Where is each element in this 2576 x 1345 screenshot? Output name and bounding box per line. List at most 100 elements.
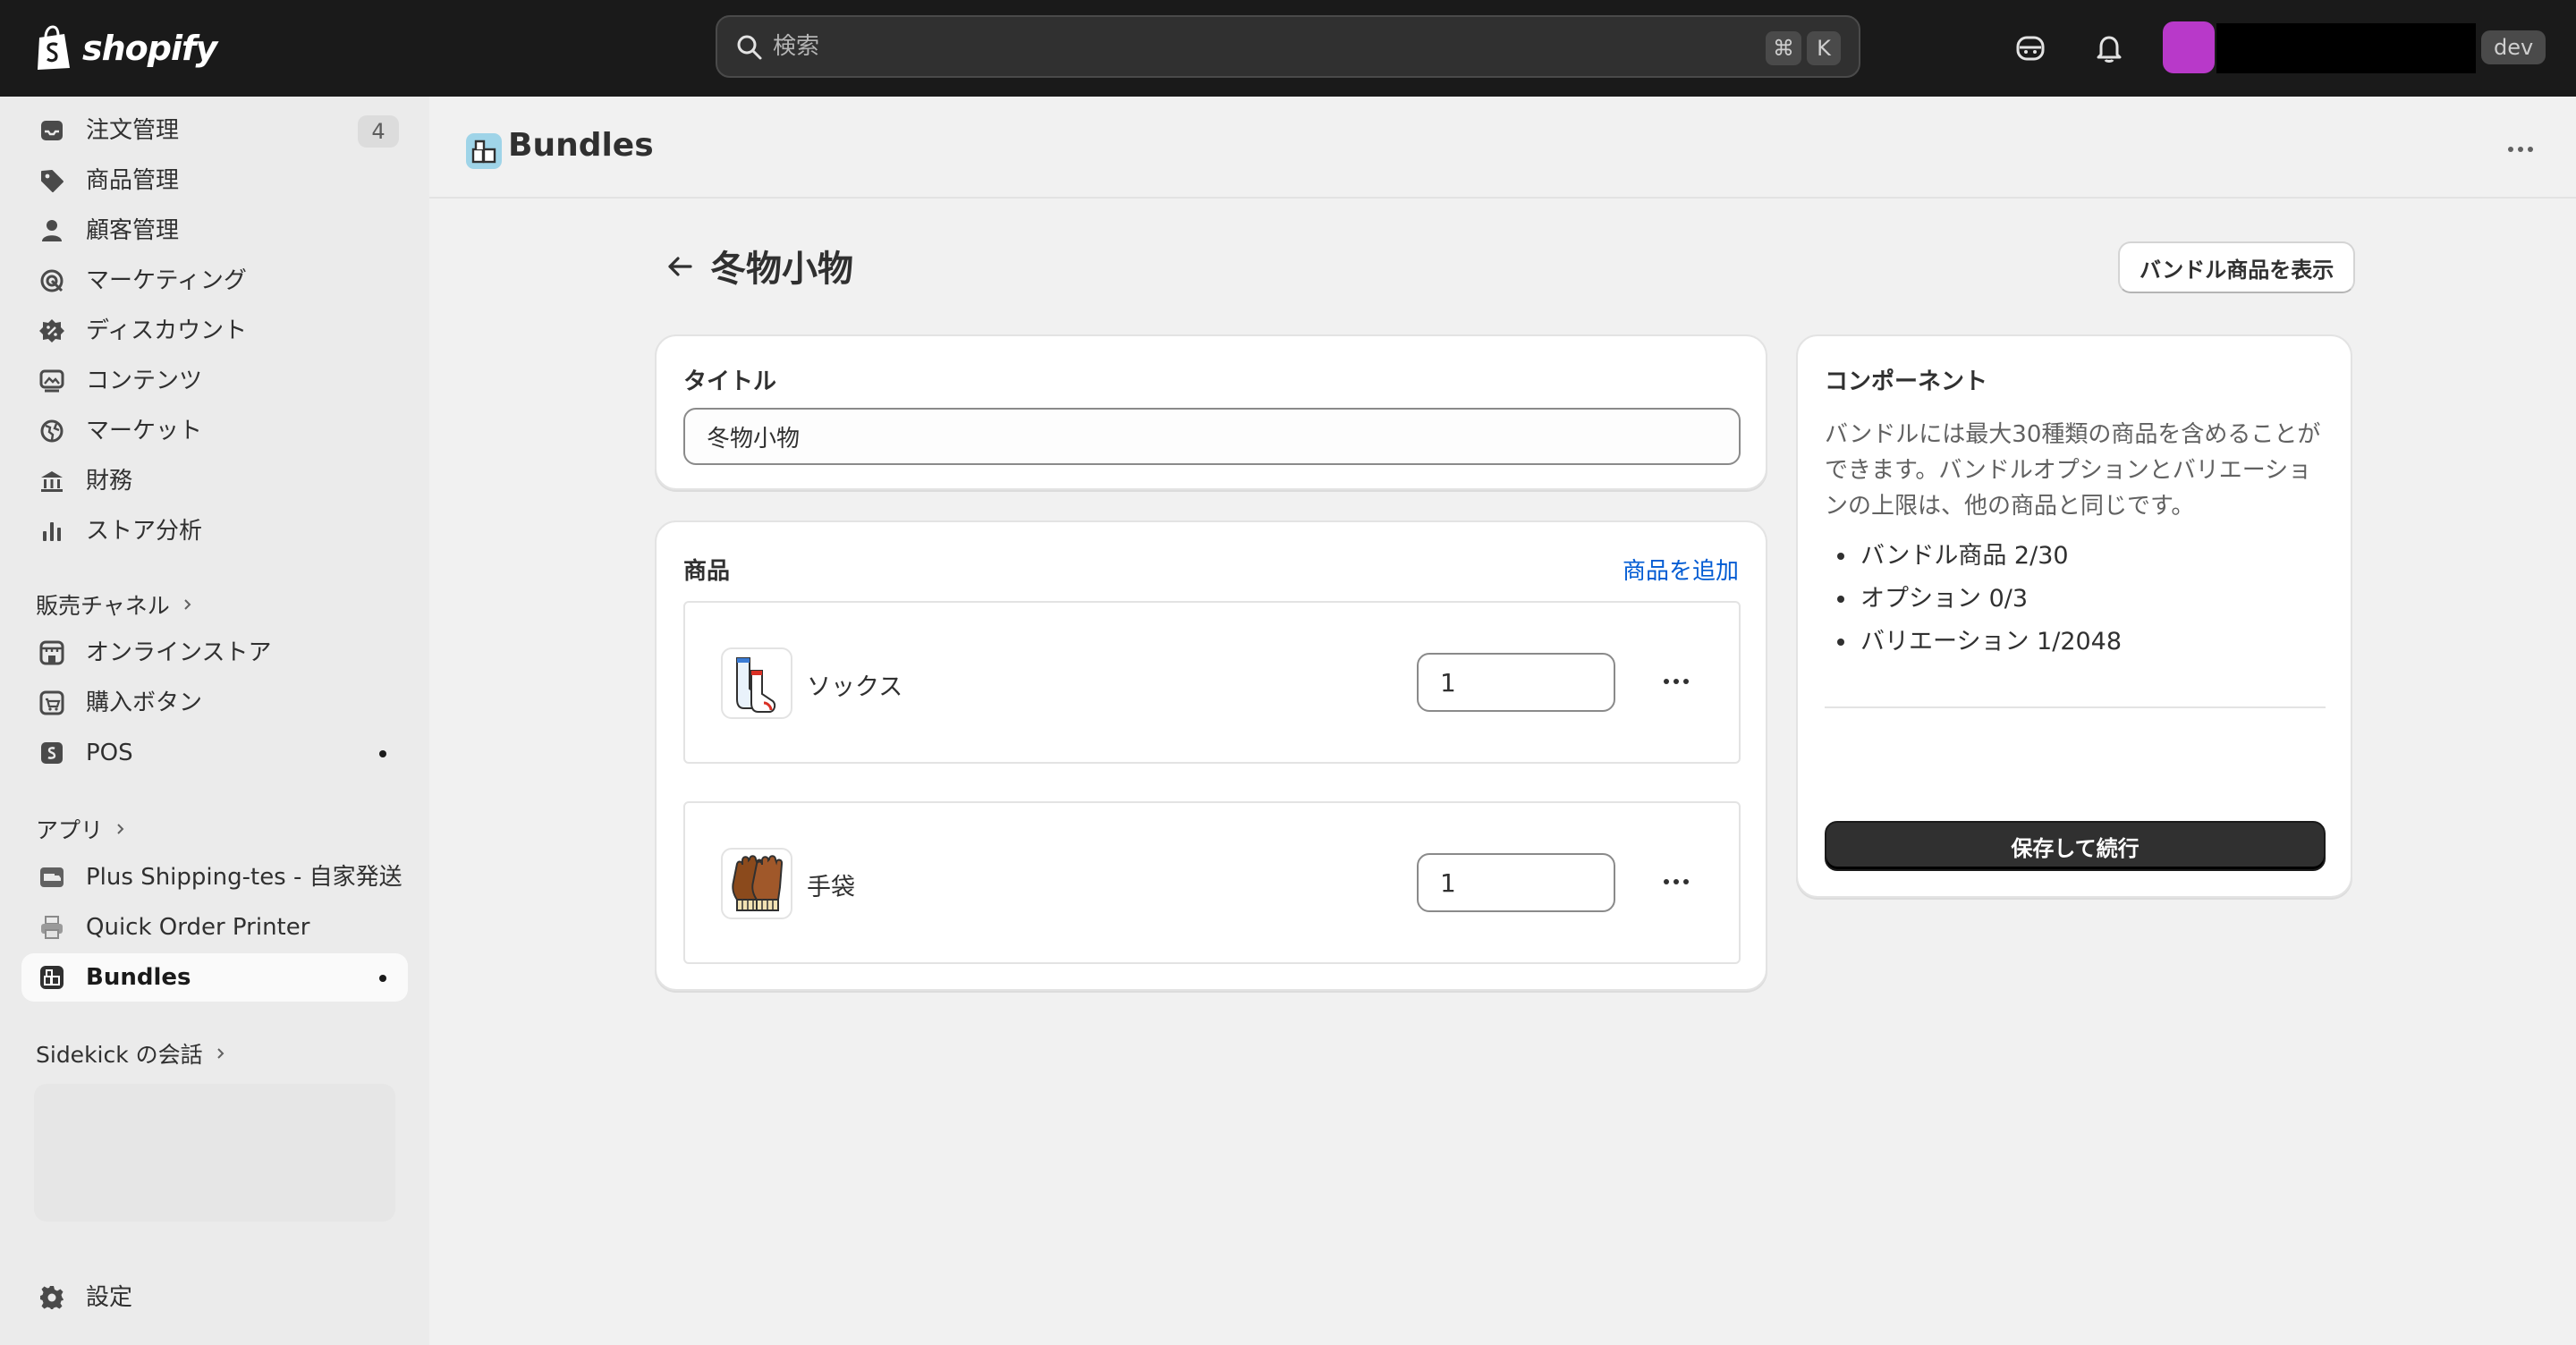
app-menu-button[interactable] [2501,136,2540,163]
globe-icon [40,419,64,443]
more-dot-icon [2528,147,2533,152]
orders-count-badge: 4 [358,115,399,148]
sidebar-item-finance[interactable]: 財務 [21,457,408,505]
pos-icon [41,742,63,764]
sidebar-item-label: Bundles [86,964,191,991]
title-label: タイトル [683,368,777,395]
product-thumbnail[interactable] [721,848,792,919]
product-row: ソックス [683,601,1741,764]
image-icon [39,369,64,393]
pos-status-dot [379,750,386,757]
buy-button-icon [39,690,64,715]
product-name: 手袋 [807,874,855,901]
bell-icon [2097,36,2122,63]
sidebar-item-label: マーケット [86,418,203,444]
bank-icon [41,471,63,492]
product-row-menu-button[interactable] [1657,866,1696,898]
bundles-status-dot [379,975,386,982]
components-stats-list: バンドル商品 2/30 オプション 0/3 バリエーション 1/2048 [1825,535,2326,664]
sidebar-final: 注文管理 4 商品管理 顧客管理 マーケティング ディスカウント コンテンツ マ… [0,97,429,1345]
search-input[interactable] [773,17,1667,76]
sidebar-item-label: 商品管理 [86,167,180,194]
product-row: 手袋 [683,801,1741,964]
more-dot-icon [2518,147,2523,152]
search-bar[interactable]: ⌘ K [716,15,1860,78]
bundles-app-icon [466,133,502,169]
more-dot-icon [1674,879,1679,884]
sidebar-item-label: ストア分析 [86,518,203,545]
store-avatar[interactable] [2163,21,2215,73]
inbox-icon [41,121,63,140]
socks-icon [736,657,776,713]
save-and-continue-button[interactable]: 保存して続行 [1825,821,2326,871]
sidebar-item-content[interactable]: コンテンツ [21,357,408,405]
brand-name: shopify [82,29,217,68]
sidebar-item-label: Plus Shipping-tes - 自家発送 [86,864,402,891]
components-card: コンポーネント バンドルには最大30種類の商品を含めることができます。バンドルオ… [1796,334,2352,898]
sidebar-item-bundles[interactable]: Bundles [21,953,408,1002]
components-description: バンドルには最大30種類の商品を含めることができます。バンドルオプションとバリエ… [1825,421,2321,520]
sidekick-button[interactable] [2011,29,2050,68]
store-name-redacted[interactable] [2216,23,2476,73]
shortcut-cmd-key: ⌘ [1766,31,1801,65]
notifications-button[interactable] [2089,29,2129,68]
apps-header[interactable]: アプリ [36,811,128,847]
sidebar-item-marketing[interactable]: マーケティング [21,257,408,305]
sales-channels-header[interactable]: 販売チャネル [36,587,195,622]
view-bundle-button[interactable]: バンドル商品を表示 [2118,241,2356,293]
storefront-icon [39,640,64,665]
sidebar-item-plus-shipping[interactable]: Plus Shipping-tes - 自家発送 [21,853,408,901]
more-dot-icon [1683,879,1689,884]
more-dot-icon [1674,679,1679,684]
sidebar-item-label: コンテンツ [86,368,203,394]
sidebar-item-products[interactable]: 商品管理 [21,156,408,205]
sidebar-item-markets[interactable]: マーケット [21,407,408,455]
search-icon [737,35,762,60]
sidebar-item-customers[interactable]: 顧客管理 [21,207,408,255]
sidekick-conversations-list [34,1084,395,1222]
sidebar-item-label: 財務 [86,468,133,495]
gloves-icon [732,855,784,911]
sidebar-item-quick-order-printer[interactable]: Quick Order Printer [21,903,408,952]
back-arrow-icon[interactable] [662,249,698,284]
sidebar-item-pos[interactable]: POS [21,729,408,777]
sidebar-item-settings[interactable]: 設定 [21,1273,408,1322]
sidebar-item-label: 顧客管理 [86,217,180,244]
section-label: 販売チャネル [36,593,170,619]
more-dot-icon [2508,147,2513,152]
add-product-link[interactable]: 商品を追加 [1623,553,1739,586]
more-dot-icon [1664,879,1669,884]
printer-icon [41,916,63,939]
title-input[interactable] [683,408,1741,465]
product-row-menu-button[interactable] [1657,665,1696,698]
sidebar-item-label: オンラインストア [86,639,272,666]
sidebar-item-discounts[interactable]: ディスカウント [21,307,408,355]
more-dot-icon [1683,679,1689,684]
top-bar: shopify ⌘ K dev [0,0,2576,97]
app-header: Bundles [429,97,2576,199]
sidebar-item-label: 注文管理 [86,117,180,144]
chevron-right-icon [184,599,191,610]
tag-icon [41,170,64,192]
bar-chart-icon [43,522,61,541]
sidebar-item-buy-button[interactable]: 購入ボタン [21,679,408,727]
sidebar-item-label: ディスカウント [86,317,248,344]
sidebar-item-label: 購入ボタン [86,689,203,716]
sidebar-item-label: POS [86,740,133,766]
section-label: Sidekick の会話 [36,1042,203,1068]
shipping-app-icon [40,867,64,887]
sidebar-item-orders[interactable]: 注文管理 4 [21,106,408,155]
more-dot-icon [1664,679,1669,684]
page-title: 冬物小物 [710,249,853,290]
product-thumbnail[interactable] [721,647,792,719]
sidekick-conversations-header[interactable]: Sidekick の会話 [36,1036,228,1071]
shortcut-k-key: K [1807,31,1841,65]
discount-icon [39,319,64,343]
sidebar-item-online-store[interactable]: オンラインストア [21,629,408,677]
quantity-input[interactable] [1417,853,1615,912]
shopify-logo[interactable]: shopify [34,21,217,75]
quantity-input[interactable] [1417,653,1615,712]
sidebar-item-analytics[interactable]: ストア分析 [21,507,408,555]
components-title: コンポーネント [1825,368,1988,395]
sidebar-item-label: マーケティング [86,267,247,294]
